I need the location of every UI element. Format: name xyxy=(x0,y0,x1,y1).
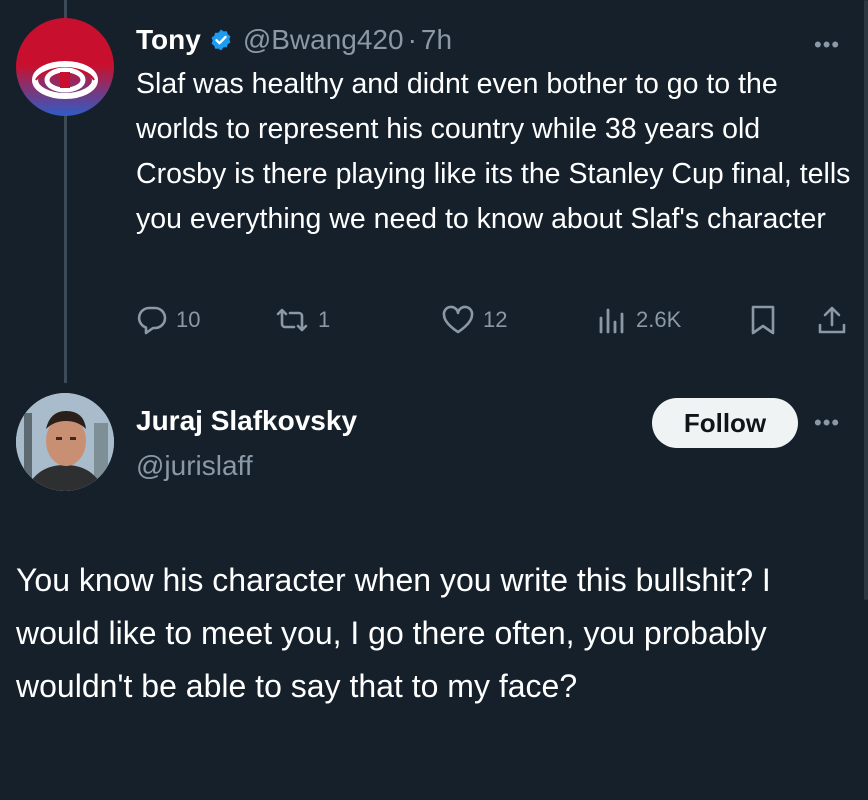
author-handle[interactable]: @jurislaff xyxy=(136,450,253,482)
heart-icon xyxy=(442,305,474,334)
avatar[interactable] xyxy=(16,18,114,116)
scrollbar[interactable] xyxy=(864,0,868,600)
analytics-icon xyxy=(599,308,624,334)
canadiens-logo-icon xyxy=(32,61,98,99)
tweet-actions: 10 1 12 2.6K xyxy=(136,300,852,340)
reply-count: 10 xyxy=(176,307,201,332)
repost-count: 1 xyxy=(318,307,331,332)
bookmark-button[interactable] xyxy=(748,300,786,340)
author-name[interactable]: Juraj Slafkovsky xyxy=(136,405,357,437)
tweet-text: Slaf was healthy and didnt even bother t… xyxy=(136,68,851,235)
reply-button[interactable]: 10 xyxy=(136,300,200,340)
repost-button[interactable]: 1 xyxy=(274,300,330,340)
reply-icon xyxy=(137,306,167,335)
separator-dot: · xyxy=(407,24,417,55)
avatar[interactable] xyxy=(16,393,114,491)
follow-button[interactable]: Follow xyxy=(652,398,798,448)
more-options-icon[interactable]: ••• xyxy=(814,34,840,56)
verified-badge-icon xyxy=(209,28,233,52)
views-button[interactable]: 2.6K xyxy=(596,300,681,340)
timestamp[interactable]: 7h xyxy=(421,24,452,56)
profile-photo-icon xyxy=(16,393,114,491)
like-button[interactable]: 12 xyxy=(441,300,507,340)
author-name[interactable]: Tony xyxy=(136,24,201,56)
share-button[interactable] xyxy=(816,300,856,340)
repost-icon xyxy=(276,308,308,332)
more-options-icon[interactable]: ••• xyxy=(814,412,840,434)
tweet-text: You know his character when you write th… xyxy=(16,562,771,704)
share-icon xyxy=(818,306,846,334)
view-count: 2.6K xyxy=(636,307,682,332)
like-count: 12 xyxy=(483,307,508,332)
bookmark-icon xyxy=(751,305,775,335)
tweet-header: Tony @Bwang420 · 7h xyxy=(136,20,452,60)
author-handle[interactable]: @Bwang420 xyxy=(243,24,404,56)
